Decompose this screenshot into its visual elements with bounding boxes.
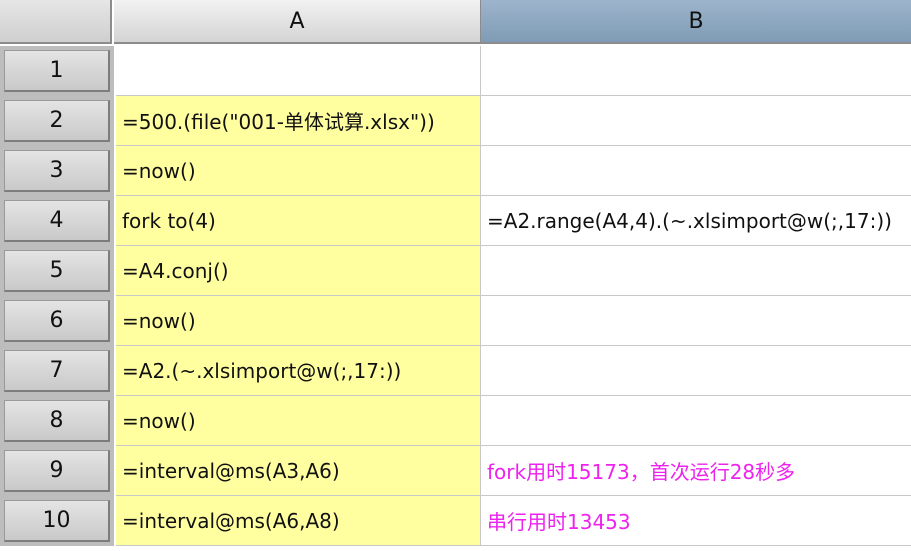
cell-a3-text: =now()	[122, 158, 196, 183]
row-header[interactable]: 7	[4, 350, 110, 392]
cell-a8-text: =now()	[122, 408, 196, 433]
cell-b7[interactable]	[481, 346, 911, 396]
cell-b9[interactable]: fork用时15173，首次运行28秒多	[481, 446, 911, 496]
cell-a7[interactable]: =A2.(~.xlsimport@w(;,17:))	[116, 346, 481, 396]
select-all-corner[interactable]	[0, 0, 112, 44]
cell-b10-text: 串行用时13453	[487, 510, 631, 534]
cell-a8[interactable]: =now()	[116, 396, 481, 446]
cell-a5-text: =A4.conj()	[122, 258, 229, 283]
cell-a2-text: =500.(file("001-单体试算.xlsx"))	[122, 110, 435, 134]
table-row: 3 =now()	[0, 146, 911, 196]
cell-a6[interactable]: =now()	[116, 296, 481, 346]
row-header[interactable]: 10	[4, 500, 110, 542]
row-header[interactable]: 9	[4, 450, 110, 492]
row-header[interactable]: 1	[4, 50, 110, 92]
cell-b6[interactable]	[481, 296, 911, 346]
spreadsheet-grid: A B 1 2 =500.(file("001-单体试算.xlsx")) 3 =now(…	[0, 0, 911, 551]
row-header[interactable]: 3	[4, 150, 110, 192]
cell-a5[interactable]: =A4.conj()	[116, 246, 481, 296]
table-row: 6 =now()	[0, 296, 911, 346]
table-row: 10 =interval@ms(A6,A8) 串行用时13453	[0, 496, 911, 546]
cell-b3[interactable]	[481, 146, 911, 196]
cell-b9-text: fork用时15173，首次运行28秒多	[487, 460, 796, 484]
cell-a7-text: =A2.(~.xlsimport@w(;,17:))	[122, 358, 402, 383]
cell-a10-text: =interval@ms(A6,A8)	[122, 508, 340, 533]
cell-a1[interactable]	[116, 46, 481, 96]
column-header-a[interactable]: A	[114, 0, 481, 44]
row-header[interactable]: 6	[4, 300, 110, 342]
table-row: 7 =A2.(~.xlsimport@w(;,17:))	[0, 346, 911, 396]
cell-a4[interactable]: fork to(4)	[116, 196, 481, 246]
cell-a2[interactable]: =500.(file("001-单体试算.xlsx"))	[116, 96, 481, 146]
cell-a9[interactable]: =interval@ms(A3,A6)	[116, 446, 481, 496]
cell-b2[interactable]	[481, 96, 911, 146]
row-header[interactable]: 2	[4, 100, 110, 142]
cell-b1[interactable]	[481, 46, 911, 96]
cell-b4[interactable]: =A2.range(A4,4).(~.xlsimport@w(;,17:))	[481, 196, 911, 246]
cell-a6-text: =now()	[122, 308, 196, 333]
column-header-b[interactable]: B	[481, 0, 911, 44]
cell-b8[interactable]	[481, 396, 911, 446]
cell-b4-text: =A2.range(A4,4).(~.xlsimport@w(;,17:))	[487, 208, 892, 233]
table-row: 8 =now()	[0, 396, 911, 446]
cell-b5[interactable]	[481, 246, 911, 296]
cell-a3[interactable]: =now()	[116, 146, 481, 196]
cell-b10[interactable]: 串行用时13453	[481, 496, 911, 546]
table-row: 4 fork to(4) =A2.range(A4,4).(~.xlsimport@…	[0, 196, 911, 246]
row-header[interactable]: 5	[4, 250, 110, 292]
cell-a9-text: =interval@ms(A3,A6)	[122, 458, 340, 483]
cell-a10[interactable]: =interval@ms(A6,A8)	[116, 496, 481, 546]
table-row: 9 =interval@ms(A3,A6) fork用时15173，首次运行28秒多	[0, 446, 911, 496]
row-header[interactable]: 4	[4, 200, 110, 242]
cell-a4-text: fork to(4)	[122, 208, 216, 233]
row-header[interactable]: 8	[4, 400, 110, 442]
table-row: 1	[0, 46, 911, 96]
table-row: 5 =A4.conj()	[0, 246, 911, 296]
table-row: 2 =500.(file("001-单体试算.xlsx"))	[0, 96, 911, 146]
